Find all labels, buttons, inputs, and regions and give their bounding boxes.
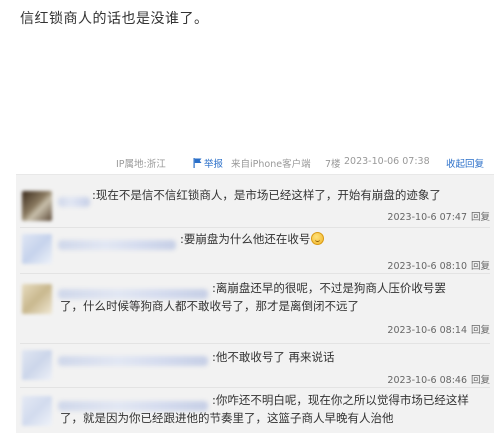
reply-button[interactable]: 回复 bbox=[471, 325, 490, 336]
post-time: 2023-10-06 07:38 bbox=[344, 156, 430, 167]
reply-date: 2023-10-6 08:46 bbox=[387, 375, 467, 386]
reply-meta: 2023-10-6 07:47 回复 bbox=[387, 209, 490, 223]
reply-meta: 2023-10-6 08:10 回复 bbox=[387, 258, 490, 272]
ip-location: IP属地:浙江 bbox=[116, 159, 166, 170]
floor-number: 7楼 bbox=[325, 159, 341, 170]
reply-date: 2023-10-6 08:10 bbox=[387, 261, 467, 272]
reply-text-line1: :你咋还不明白呢，现在你之所以觉得市场已经这样 bbox=[212, 393, 469, 407]
reply-date: 2023-10-6 08:14 bbox=[387, 325, 467, 336]
avatar[interactable] bbox=[22, 284, 52, 314]
report-label: 举报 bbox=[204, 159, 224, 170]
reply-list: :现在不是信不信红锁商人，是市场已经这样了，开始有崩盘的迹象了 2023-10-… bbox=[16, 174, 494, 433]
reply-text-line1: :离崩盘还早的很呢，不过是狗商人压价收号罢 bbox=[212, 281, 446, 295]
reply-meta: 2023-10-6 08:46 回复 bbox=[387, 372, 490, 386]
avatar[interactable] bbox=[22, 191, 52, 221]
reply-text-content: :要崩盘为什么他还在收号 bbox=[180, 232, 311, 246]
username-blurred[interactable] bbox=[58, 240, 176, 250]
flag-icon bbox=[193, 158, 202, 168]
reply-date: 2023-10-6 07:47 bbox=[387, 212, 467, 223]
client-source: 来自iPhone客户端 bbox=[231, 159, 311, 170]
reply-button[interactable]: 回复 bbox=[471, 212, 490, 223]
reply-text: :现在不是信不信红锁商人，是市场已经这样了，开始有崩盘的迹象了 bbox=[92, 188, 441, 202]
username-blurred[interactable] bbox=[58, 197, 90, 207]
avatar[interactable] bbox=[22, 350, 52, 380]
avatar[interactable] bbox=[22, 234, 52, 264]
reply-item: :要崩盘为什么他还在收号 2023-10-6 08:10 回复 bbox=[16, 228, 494, 272]
reply-item: :你咋还不明白呢，现在你之所以觉得市场已经这样 了，就是因为你已经跟进他的节奏里… bbox=[16, 388, 494, 433]
reply-text: :要崩盘为什么他还在收号 bbox=[180, 231, 325, 248]
post-content: 信红锁商人的话也是没谁了。 bbox=[20, 11, 209, 27]
reply-item: :离崩盘还早的很呢，不过是狗商人压价收号罢 了，什么时候等狗商人都不敢收号了，那… bbox=[16, 274, 494, 342]
reply-text: :他不敢收号了 再来说话 bbox=[212, 350, 335, 364]
username-blurred[interactable] bbox=[58, 356, 208, 366]
collapse-replies-link[interactable]: 收起回复 bbox=[446, 156, 484, 170]
reply-meta: 2023-10-6 08:14 回复 bbox=[387, 322, 490, 336]
reply-button[interactable]: 回复 bbox=[471, 375, 490, 386]
reply-text-line2: 了，就是因为你已经跟进他的节奏里了，这篮子商人早晚有人治他 bbox=[60, 411, 394, 425]
smile-emoji-icon bbox=[311, 232, 325, 245]
reply-button[interactable]: 回复 bbox=[471, 261, 490, 272]
reply-item: :现在不是信不信红锁商人，是市场已经这样了，开始有崩盘的迹象了 2023-10-… bbox=[16, 175, 494, 227]
avatar[interactable] bbox=[22, 396, 52, 426]
post-meta-bar: IP属地:浙江 举报 来自iPhone客户端 7楼 2023-10-06 07:… bbox=[0, 156, 500, 172]
report-link[interactable]: 举报 bbox=[193, 156, 223, 170]
reply-text-line2: 了，什么时候等狗商人都不敢收号了，那才是离倒闭不远了 bbox=[60, 299, 359, 313]
reply-item: :他不敢收号了 再来说话 2023-10-6 08:46 回复 bbox=[16, 344, 494, 388]
